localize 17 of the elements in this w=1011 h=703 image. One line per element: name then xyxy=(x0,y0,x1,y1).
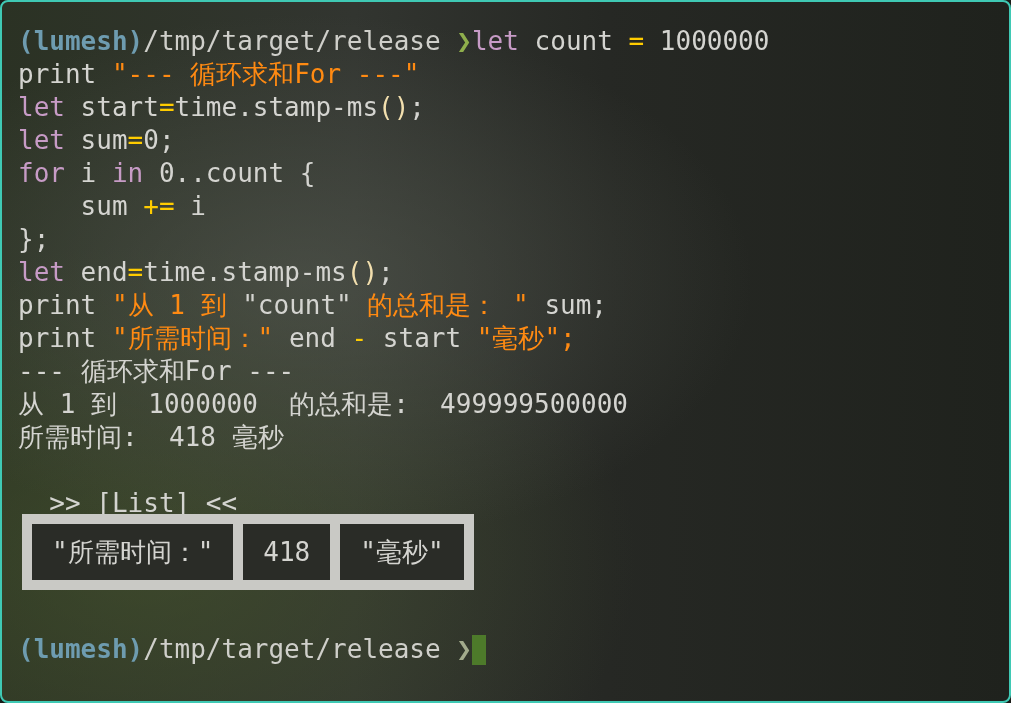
code-line: let start=time.stamp-ms(); xyxy=(18,91,425,124)
code-line: print "--- 循环求和For ---" xyxy=(18,58,420,91)
code-line: }; xyxy=(18,223,50,256)
list-item: 418 xyxy=(243,524,331,580)
output-line: 从 1 到 1000000 的总和是: 499999500000 xyxy=(18,388,628,421)
code-line: print "所需时间：" end - start "毫秒"; xyxy=(18,322,576,355)
code-line: print "从 1 到 "count" 的总和是： " sum; xyxy=(18,289,608,322)
list-item: "所需时间：" xyxy=(32,524,234,580)
output-line: 所需时间: 418 毫秒 xyxy=(18,421,284,454)
output-line: --- 循环求和For --- xyxy=(18,355,295,388)
prompt-line: (lumesh)/tmp/target/release ❯ xyxy=(18,633,486,666)
code-line: let sum=0; xyxy=(18,124,175,157)
code-line: let end=time.stamp-ms(); xyxy=(18,256,394,289)
code-line: sum += i xyxy=(79,190,206,223)
list-item: "毫秒" xyxy=(340,524,464,580)
prompt-line: (lumesh)/tmp/target/release ❯let count = 1000000 xyxy=(18,25,770,58)
code-line: for i in 0..count { xyxy=(18,157,316,190)
